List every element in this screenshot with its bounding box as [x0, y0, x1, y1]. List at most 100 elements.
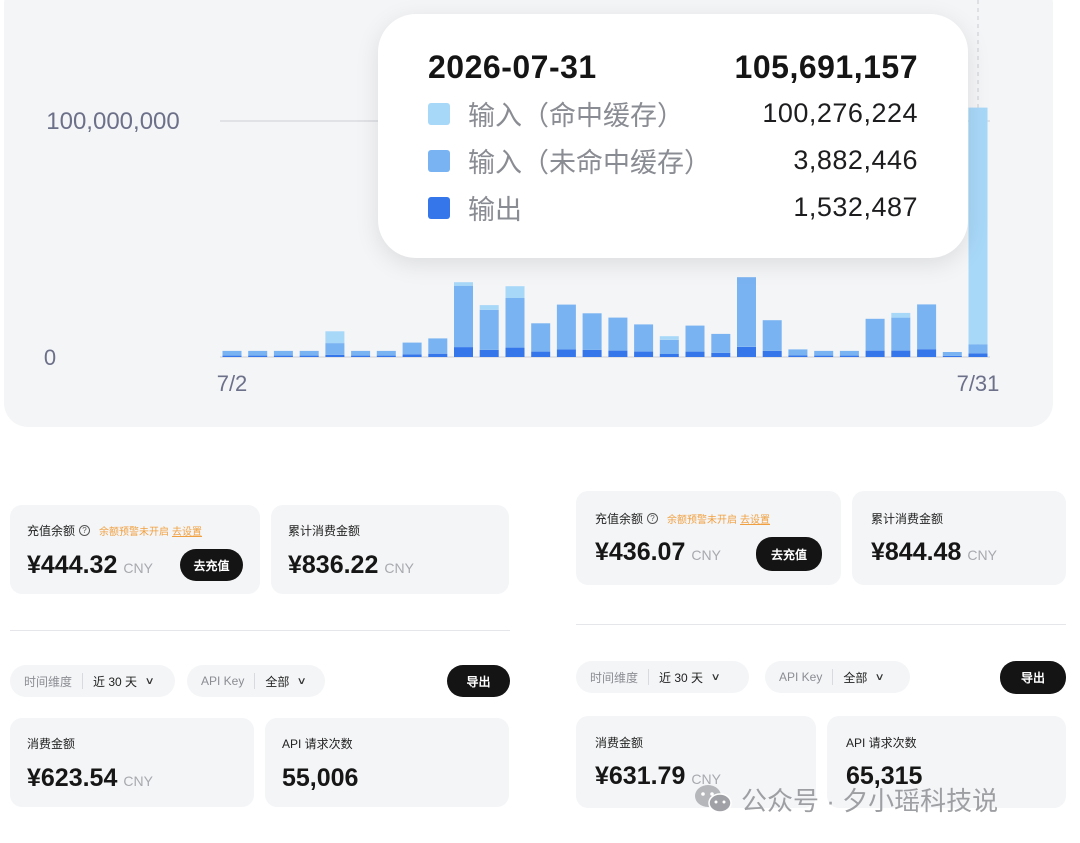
bar-segment-cache-miss[interactable] — [402, 342, 422, 355]
bar-segment-cache-miss[interactable] — [325, 343, 345, 355]
bar-segment-output[interactable] — [917, 349, 937, 357]
api-key-select[interactable]: API Key 全部 ∨ — [765, 661, 910, 693]
total-spend-amount-row: ¥836.22 CNY — [288, 551, 414, 580]
bar-segment-output[interactable] — [479, 349, 499, 357]
spend-amount: ¥631.79 — [595, 762, 686, 790]
api-requests-title: API 请求次数 — [846, 736, 917, 750]
bar-segment-cache-miss[interactable] — [659, 339, 679, 354]
bar-segment-output[interactable] — [505, 347, 525, 357]
legend-swatch-cache-hit — [428, 102, 450, 125]
bar-segment-cache-miss[interactable] — [917, 304, 937, 350]
bar-segment-output[interactable] — [402, 354, 422, 357]
bar-segment-cache-hit[interactable] — [659, 336, 679, 340]
time-range-select[interactable]: 时间维度 近 30 天 ∨ — [576, 661, 749, 693]
bar-segment-cache-hit[interactable] — [891, 312, 911, 318]
bar-segment-cache-hit[interactable] — [479, 305, 499, 310]
bar-segment-cache-miss[interactable] — [788, 349, 808, 356]
bar-segment-cache-miss[interactable] — [968, 344, 988, 354]
bar-segment-output[interactable] — [608, 350, 628, 357]
pill-separator — [82, 673, 84, 689]
total-spend-card: 累计消费金额 ¥844.48 CNY — [852, 491, 1066, 585]
export-button[interactable]: 导出 — [1000, 661, 1066, 694]
bar-segment-cache-miss[interactable] — [556, 304, 576, 350]
bar-segment-cache-miss[interactable] — [479, 309, 499, 350]
bar-segment-output[interactable] — [299, 355, 319, 357]
bar-segment-output[interactable] — [582, 349, 602, 357]
tooltip-row-output: 输出 1,532,487 — [428, 184, 918, 231]
bar-segment-output[interactable] — [248, 355, 268, 357]
bar-segment-output[interactable] — [273, 355, 293, 357]
balance-title-row: 充值余额 ? 余额预警未开启 去设置 — [595, 510, 770, 527]
bar-segment-output[interactable] — [685, 351, 705, 357]
warning-settings-link[interactable]: 去设置 — [740, 511, 770, 526]
api-key-select[interactable]: API Key 全部 ∨ — [187, 665, 325, 697]
help-icon[interactable]: ? — [647, 513, 659, 524]
bar-segment-cache-miss[interactable] — [685, 325, 705, 352]
bar-segment-cache-miss[interactable] — [942, 352, 962, 356]
bar-segment-output[interactable] — [737, 346, 756, 357]
bar-segment-cache-miss[interactable] — [839, 350, 859, 356]
bar-segment-output[interactable] — [634, 351, 654, 357]
bar-segment-output[interactable] — [788, 355, 808, 357]
bar-segment-cache-hit[interactable] — [505, 286, 525, 298]
bar-segment-output[interactable] — [531, 351, 551, 357]
bar-segment-output[interactable] — [814, 355, 834, 357]
bar-segment-output[interactable] — [942, 355, 962, 357]
bar-segment-output[interactable] — [762, 350, 782, 357]
bar-segment-cache-miss[interactable] — [454, 285, 473, 348]
bar-segment-output[interactable] — [968, 353, 988, 357]
balance-warning-text: 余额预警未开启 — [99, 527, 170, 538]
bar-segment-cache-miss[interactable] — [634, 324, 654, 352]
legend-swatch-output — [428, 196, 450, 219]
bar-segment-cache-miss[interactable] — [762, 320, 782, 351]
bar-segment-cache-miss[interactable] — [531, 323, 551, 352]
bar-segment-cache-miss[interactable] — [351, 350, 371, 356]
balance-amount: ¥436.07 — [595, 538, 686, 566]
section-divider — [10, 630, 510, 631]
bar-segment-cache-hit[interactable] — [454, 282, 473, 286]
bar-segment-cache-miss[interactable] — [299, 350, 319, 356]
bar-segment-cache-miss[interactable] — [582, 313, 602, 350]
bar-segment-output[interactable] — [325, 354, 345, 357]
bar-segment-cache-miss[interactable] — [273, 350, 293, 356]
chevron-down-icon: ∨ — [874, 671, 886, 683]
bar-segment-cache-miss[interactable] — [814, 350, 834, 356]
balance-card: 充值余额 ? 余额预警未开启 去设置 ¥444.32 CNY 去充值 — [10, 505, 260, 594]
bar-segment-output[interactable] — [839, 355, 859, 357]
bar-segment-output[interactable] — [711, 352, 731, 357]
bar-segment-cache-miss[interactable] — [428, 338, 448, 354]
balance-title: 充值余额 — [595, 512, 644, 526]
bar-segment-cache-hit[interactable] — [968, 107, 988, 345]
bar-segment-output[interactable] — [222, 355, 242, 357]
bar-segment-cache-miss[interactable] — [865, 318, 885, 351]
bar-segment-output[interactable] — [428, 353, 448, 357]
time-range-select[interactable]: 时间维度 近 30 天 ∨ — [10, 665, 175, 697]
bar-segment-output[interactable] — [659, 353, 679, 357]
tooltip-label: 输入（未命中缓存） — [468, 148, 711, 178]
bar-segment-cache-miss[interactable] — [248, 350, 268, 356]
bar-segment-output[interactable] — [556, 349, 576, 357]
bar-segment-cache-miss[interactable] — [376, 350, 396, 356]
export-button[interactable]: 导出 — [447, 665, 510, 697]
bar-segment-cache-miss[interactable] — [222, 350, 242, 356]
x-tick-label-start: 7/2 — [217, 371, 248, 396]
bar-segment-output[interactable] — [865, 350, 885, 357]
pill-separator — [832, 669, 834, 685]
warning-settings-link[interactable]: 去设置 — [172, 523, 202, 538]
bar-segment-cache-miss[interactable] — [891, 317, 911, 351]
recharge-button[interactable]: 去充值 — [180, 549, 243, 581]
tooltip-value: 1,532,487 — [793, 192, 918, 222]
bar-segment-output[interactable] — [891, 350, 911, 357]
bar-segment-output[interactable] — [351, 355, 371, 357]
balance-amount: ¥444.32 — [27, 551, 118, 579]
bar-segment-cache-miss[interactable] — [711, 333, 731, 353]
bar-segment-cache-hit[interactable] — [325, 331, 345, 344]
currency-unit: CNY — [691, 547, 721, 563]
recharge-button[interactable]: 去充值 — [756, 537, 822, 571]
bar-segment-output[interactable] — [454, 347, 473, 357]
bar-segment-cache-miss[interactable] — [737, 277, 756, 347]
bar-segment-output[interactable] — [376, 355, 396, 357]
help-icon[interactable]: ? — [79, 525, 91, 536]
bar-segment-cache-miss[interactable] — [505, 298, 525, 348]
bar-segment-cache-miss[interactable] — [608, 317, 628, 351]
